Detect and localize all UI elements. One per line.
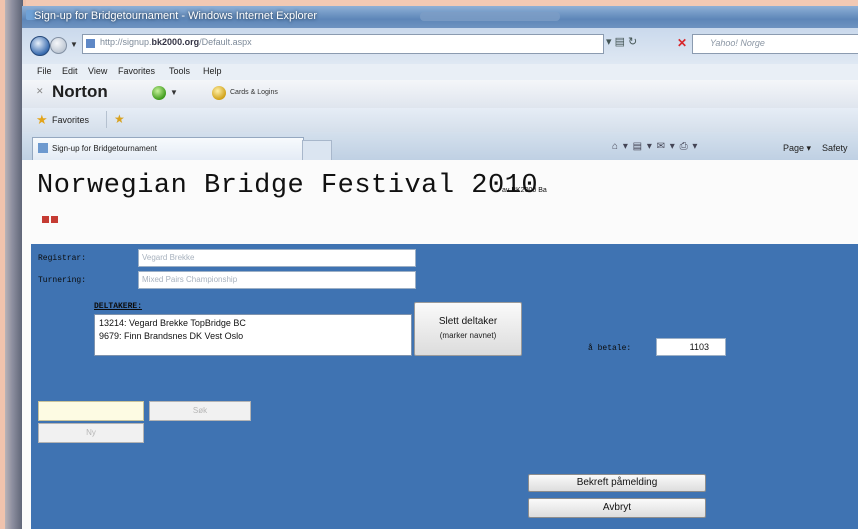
to-pay-label: å betale: <box>588 344 632 353</box>
stop-icon[interactable]: ✕ <box>677 36 687 50</box>
tournament-label: Turnering: <box>38 276 87 285</box>
amount-field[interactable]: 1103 <box>656 338 726 356</box>
page-title: Norwegian Bridge Festival 2010 <box>37 171 539 201</box>
forward-button[interactable] <box>50 37 67 54</box>
left-strip <box>5 0 23 529</box>
favorites-label[interactable]: Favorites <box>52 115 89 125</box>
menu-view[interactable]: View <box>88 66 107 76</box>
command-bar-icons[interactable]: ⌂ ▾ ▤ ▾ ✉ ▾ ⎙ ▾ <box>612 141 698 152</box>
favorites-star-icon[interactable]: ★ <box>36 112 48 128</box>
menu-favorites[interactable]: Favorites <box>118 66 155 76</box>
page-icon <box>86 39 95 48</box>
tournament-value: Mixed Pairs Championship <box>142 275 238 284</box>
favorites-bar <box>22 108 858 132</box>
participants-label: DELTAKERE: <box>94 302 143 311</box>
tab-label[interactable]: Sign-up for Bridgetournament <box>52 144 157 153</box>
search-input[interactable] <box>38 401 144 421</box>
search-placeholder: Yahoo! Norge <box>710 38 765 48</box>
window-title: Sign-up for Bridgetournament - Windows I… <box>34 10 318 22</box>
cards-logins-label[interactable]: Cards & Logins <box>230 89 278 96</box>
norton-toolbar <box>22 80 858 109</box>
page-title-suffix: av BK2000 Ba <box>502 187 547 194</box>
safety-menu[interactable]: Safety <box>822 143 848 153</box>
delete-button-label: Slett deltaker <box>438 316 498 327</box>
close-toolbar-icon[interactable]: ✕ <box>36 86 44 97</box>
page-menu[interactable]: Page ▾ <box>783 143 811 154</box>
search-button[interactable]: Søk <box>149 401 251 421</box>
menu-tools[interactable]: Tools <box>169 66 190 76</box>
list-item[interactable]: 9679: Finn Brandsnes DK Vest Oslo <box>99 331 243 341</box>
title-bar-glow <box>420 12 560 21</box>
delete-button-hint: (marker navnet) <box>439 331 497 340</box>
delete-participant-button[interactable]: Slett deltaker (marker navnet) <box>414 302 522 356</box>
address-text[interactable]: http://signup.bk2000.org/Default.aspx <box>100 37 252 47</box>
add-to-favorites-icon[interactable]: ★ <box>114 112 125 126</box>
norton-logo[interactable]: Norton <box>52 82 108 102</box>
amount-value: 1103 <box>689 342 709 352</box>
registrar-label: Registrar: <box>38 254 87 263</box>
logo <box>42 210 60 228</box>
menu-help[interactable]: Help <box>203 66 222 76</box>
confirm-registration-button[interactable]: Bekreft påmelding <box>528 474 706 492</box>
menu-edit[interactable]: Edit <box>62 66 78 76</box>
menu-file[interactable]: File <box>37 66 52 76</box>
cancel-button[interactable]: Avbryt <box>528 498 706 518</box>
back-button[interactable] <box>30 36 50 56</box>
new-tab-button[interactable] <box>302 140 332 161</box>
tab-page-icon <box>38 143 48 153</box>
new-button[interactable]: Ny <box>38 423 144 443</box>
list-item[interactable]: 13214: Vegard Brekke TopBridge BC <box>99 318 246 328</box>
separator <box>106 111 107 128</box>
norton-status-icon[interactable] <box>152 86 166 100</box>
registrar-value: Vegard Brekke <box>142 253 195 262</box>
cards-logins-icon[interactable] <box>212 86 226 100</box>
recent-pages-dropdown-icon[interactable]: ▼ <box>70 40 78 49</box>
chevron-down-icon[interactable]: ▼ <box>170 88 178 97</box>
